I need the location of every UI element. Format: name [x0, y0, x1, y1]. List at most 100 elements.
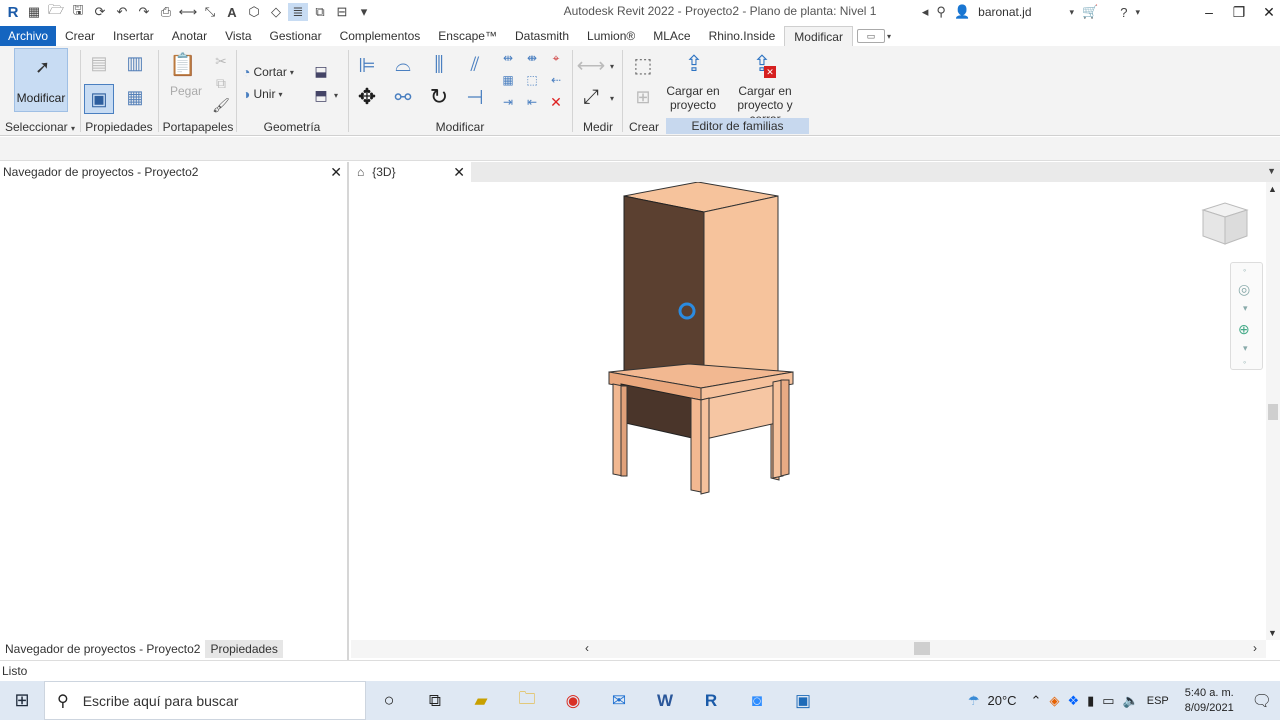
network-icon[interactable]: ▭: [1102, 693, 1114, 709]
aligned-dimension-icon[interactable]: ⤢: [578, 84, 604, 110]
show-hidden-icons-icon[interactable]: ⌃: [1031, 693, 1042, 709]
tab-properties[interactable]: Propiedades: [205, 640, 283, 658]
zoom-icon[interactable]: ◙: [734, 681, 780, 720]
navbar-close-icon[interactable]: ◦: [1243, 265, 1246, 275]
family-types-icon[interactable]: ▥: [122, 50, 148, 76]
mirror-draw-icon[interactable]: ⫽: [462, 52, 488, 78]
user-name[interactable]: baronat.jd: [978, 5, 1031, 19]
panel-label-select[interactable]: Seleccionar ▾: [0, 120, 80, 134]
notifications-icon[interactable]: 🗨: [1252, 691, 1272, 711]
open-icon[interactable]: 🗁: [46, 2, 66, 21]
close-hidden-icon[interactable]: ⧉: [310, 3, 330, 21]
word-icon[interactable]: W: [642, 681, 688, 720]
tab-complementos[interactable]: Complementos: [331, 26, 430, 46]
pin-icon[interactable]: ⌖: [546, 48, 566, 68]
user-icon[interactable]: 👤: [954, 4, 970, 20]
revit-logo-icon[interactable]: R: [4, 3, 22, 21]
split-gap-icon[interactable]: ⇼: [522, 48, 542, 68]
scroll-left-icon[interactable]: ‹: [585, 641, 589, 655]
clock[interactable]: 5:40 a. m. 8/09/2021: [1185, 686, 1234, 716]
view-tabs-dropdown-icon[interactable]: ▼: [1267, 166, 1276, 176]
cart-icon[interactable]: 🛒: [1082, 4, 1098, 20]
3d-view-icon[interactable]: ⬡: [244, 3, 264, 21]
volume-icon[interactable]: 🔈: [1123, 693, 1139, 709]
scale-icon[interactable]: ⬚: [522, 70, 542, 90]
tab-datasmith[interactable]: Datasmith: [506, 26, 578, 46]
tab-modificar[interactable]: Modificar: [784, 26, 853, 46]
redo-icon[interactable]: ↷: [134, 3, 154, 21]
tab-lumion[interactable]: Lumion®: [578, 26, 644, 46]
move-icon[interactable]: ✥: [354, 84, 380, 110]
dimension-dropdown-icon[interactable]: ▾: [610, 94, 614, 103]
task-view-icon[interactable]: ⧉: [412, 681, 458, 720]
split-icon[interactable]: ⇹: [498, 48, 518, 68]
close-window-button[interactable]: ✕: [1258, 4, 1280, 21]
vertical-scrollbar[interactable]: ▲ ▼: [1266, 182, 1280, 640]
help-icon[interactable]: ?: [1120, 5, 1127, 20]
print-icon[interactable]: ⎙: [156, 3, 176, 21]
create-similar-icon[interactable]: ⬚: [630, 52, 656, 78]
cut-geometry-button[interactable]: ◔ Cortar ▾: [242, 64, 294, 80]
scroll-down-icon[interactable]: ▼: [1268, 628, 1277, 638]
sync-icon[interactable]: ⟳: [90, 3, 110, 21]
ribbon-display-toggle-icon[interactable]: ▭: [856, 29, 885, 43]
tab-gestionar[interactable]: Gestionar: [261, 26, 331, 46]
file-explorer-icon[interactable]: 🗀: [504, 681, 550, 720]
void-dropdown-icon[interactable]: ▾: [334, 91, 338, 100]
tab-insertar[interactable]: Insertar: [104, 26, 163, 46]
drawing-canvas[interactable]: [351, 181, 1266, 640]
scroll-up-icon[interactable]: ▲: [1268, 184, 1277, 194]
undo-icon[interactable]: ↶: [112, 3, 132, 21]
dimension-icon[interactable]: ⤡: [200, 3, 220, 21]
switch-windows-icon[interactable]: ⊟: [332, 3, 352, 21]
scroll-right-icon[interactable]: ›: [1253, 641, 1257, 655]
zoom-region-icon[interactable]: ⊕: [1238, 321, 1250, 338]
tab-enscape[interactable]: Enscape™: [429, 26, 506, 46]
close-icon[interactable]: ✕: [330, 162, 342, 182]
rotate-icon[interactable]: ↻: [426, 84, 452, 110]
offset-icon[interactable]: ⌓: [390, 52, 416, 78]
viewcube[interactable]: [1201, 200, 1249, 246]
chrome-icon[interactable]: ◉: [550, 681, 596, 720]
void-cut-icon[interactable]: ⬒: [308, 82, 334, 108]
tab-archivo[interactable]: Archivo: [0, 26, 57, 46]
minimize-button[interactable]: –: [1198, 4, 1220, 20]
binoculars-icon[interactable]: ⚲: [936, 4, 946, 20]
horizontal-scroll-thumb[interactable]: [914, 642, 930, 655]
family-category-icon[interactable]: ▦: [122, 84, 148, 110]
customize-qat-icon[interactable]: ▾: [354, 3, 374, 21]
sticky-app-icon[interactable]: ▰: [458, 681, 504, 720]
firefox-tray-icon[interactable]: ◈: [1049, 693, 1059, 709]
trim-multiple-icon[interactable]: ⇥: [498, 92, 518, 112]
mail-icon[interactable]: ✉: [596, 681, 642, 720]
cope-icon[interactable]: ⬓: [308, 58, 334, 84]
unpin-icon[interactable]: ⇤: [522, 92, 542, 112]
temperature-text[interactable]: 20°C: [987, 693, 1016, 708]
trim-extend-icon[interactable]: ⊣: [462, 84, 488, 110]
section-icon[interactable]: ◇: [266, 3, 286, 21]
modify-button[interactable]: ➚ Modificar: [14, 48, 68, 112]
view-tab-3d[interactable]: ⌂ {3D} ✕: [351, 162, 471, 182]
tab-mlace[interactable]: MLAce: [644, 26, 699, 46]
text-icon[interactable]: A: [222, 3, 242, 21]
align-icon[interactable]: ⊫: [354, 52, 380, 78]
join-geometry-button[interactable]: ◑ Unir ▾: [242, 86, 283, 102]
copy-element-icon[interactable]: ⚯: [390, 84, 416, 110]
load-into-project-button[interactable]: Cargar en proyecto: [664, 84, 722, 112]
steering-wheel-icon[interactable]: ◎: [1238, 281, 1250, 298]
thin-lines-icon[interactable]: ≣: [288, 3, 308, 21]
measure-between-icon[interactable]: ⟷: [577, 52, 606, 78]
mirror-axis-icon[interactable]: ⫼: [426, 52, 452, 78]
properties-icon[interactable]: ▣: [84, 84, 114, 114]
microphone-icon[interactable]: ▮: [1087, 693, 1094, 709]
match-properties-icon[interactable]: 🖌: [208, 92, 234, 118]
dropbox-tray-icon[interactable]: ❖: [1067, 693, 1079, 709]
measure-dropdown-icon[interactable]: ▾: [610, 62, 614, 71]
measure-icon[interactable]: ⟷: [178, 3, 198, 21]
save-icon[interactable]: 🖫: [68, 2, 88, 21]
array-icon[interactable]: ▦: [498, 70, 518, 90]
tab-vista[interactable]: Vista: [216, 26, 260, 46]
weather-icon[interactable]: ☂: [968, 693, 980, 709]
unpin-element-icon[interactable]: ⇠: [546, 70, 566, 90]
tab-project-browser[interactable]: Navegador de proyectos - Proyecto2: [0, 640, 206, 658]
